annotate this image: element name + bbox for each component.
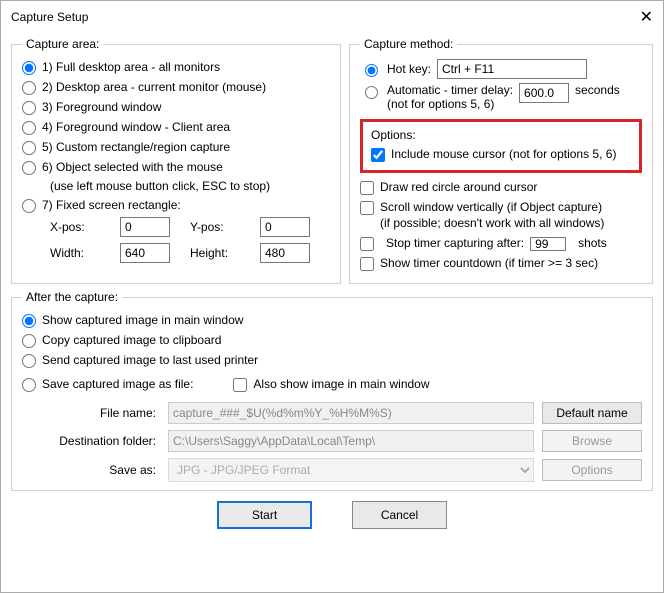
- radio-fixed-rect-input[interactable]: [22, 199, 36, 213]
- width-label: Width:: [50, 246, 110, 260]
- xpos-label: X-pos:: [50, 220, 110, 234]
- radio-desktop-area[interactable]: 2) Desktop area - current monitor (mouse…: [22, 79, 330, 95]
- start-button[interactable]: Start: [217, 501, 312, 529]
- capture-area-group: Capture area: 1) Full desktop area - all…: [11, 37, 341, 284]
- radio-save-file-label: Save captured image as file:: [42, 376, 193, 392]
- check-scroll-window[interactable]: [360, 201, 374, 215]
- height-input[interactable]: [260, 243, 310, 263]
- check-draw-red-circle[interactable]: [360, 181, 374, 195]
- check-include-cursor[interactable]: [371, 148, 385, 162]
- radio-show-main-input[interactable]: [22, 314, 36, 328]
- check-stop-timer-row[interactable]: Stop timer capturing after: shots: [360, 235, 642, 251]
- radio-full-desktop-label: 1) Full desktop area - all monitors: [42, 59, 220, 75]
- check-show-countdown[interactable]: [360, 257, 374, 271]
- radio-foreground-client[interactable]: 4) Foreground window - Client area: [22, 119, 330, 135]
- check-show-countdown-row[interactable]: Show timer countdown (if timer >= 3 sec): [360, 255, 642, 271]
- seconds-label: seconds: [575, 83, 620, 97]
- dest-folder-input[interactable]: [168, 430, 534, 452]
- radio-foreground[interactable]: 3) Foreground window: [22, 99, 330, 115]
- radio-copy-clipboard-input[interactable]: [22, 334, 36, 348]
- object-selected-note: (use left mouse button click, ESC to sto…: [50, 179, 330, 193]
- stop-timer-prefix: Stop timer capturing after:: [386, 235, 524, 251]
- width-input[interactable]: [120, 243, 170, 263]
- radio-automatic-input[interactable]: [365, 86, 378, 99]
- hotkey-input[interactable]: [437, 59, 587, 79]
- radio-object-selected[interactable]: 6) Object selected with the mouse: [22, 159, 330, 175]
- stop-timer-suffix: shots: [578, 235, 607, 251]
- check-include-cursor-row[interactable]: Include mouse cursor (not for options 5,…: [371, 146, 631, 162]
- capture-method-group: Capture method: Hot key: Automatic - tim…: [349, 37, 653, 284]
- check-scroll-window-row[interactable]: Scroll window vertically (if Object capt…: [360, 199, 642, 231]
- automatic-note: (not for options 5, 6): [387, 97, 494, 111]
- radio-object-selected-label: 6) Object selected with the mouse: [42, 159, 223, 175]
- radio-foreground-label: 3) Foreground window: [42, 99, 161, 115]
- radio-copy-clipboard-label: Copy captured image to clipboard: [42, 332, 221, 348]
- radio-fixed-rect[interactable]: 7) Fixed screen rectangle:: [22, 197, 330, 213]
- saveas-select[interactable]: JPG - JPG/JPEG Format: [168, 458, 534, 482]
- capture-method-legend: Capture method:: [360, 37, 457, 51]
- radio-hotkey-input[interactable]: [365, 64, 378, 77]
- radio-show-main-label: Show captured image in main window: [42, 312, 243, 328]
- radio-desktop-area-label: 2) Desktop area - current monitor (mouse…: [42, 79, 266, 95]
- radio-send-printer-label: Send captured image to last used printer: [42, 352, 258, 368]
- after-capture-legend: After the capture:: [22, 290, 122, 304]
- filename-label: File name:: [50, 406, 160, 420]
- after-capture-group: After the capture: Show captured image i…: [11, 290, 653, 491]
- check-also-show[interactable]: [233, 378, 247, 392]
- xpos-input[interactable]: [120, 217, 170, 237]
- check-show-countdown-label: Show timer countdown (if timer >= 3 sec): [380, 255, 598, 271]
- check-stop-timer[interactable]: [360, 237, 374, 251]
- options-highlight-box: Options: Include mouse cursor (not for o…: [360, 119, 642, 173]
- radio-send-printer[interactable]: Send captured image to last used printer: [22, 352, 642, 368]
- automatic-label: Automatic - timer delay:: [387, 83, 513, 97]
- radio-show-main[interactable]: Show captured image in main window: [22, 312, 642, 328]
- saveas-label: Save as:: [50, 463, 160, 477]
- window-title: Capture Setup: [11, 10, 88, 24]
- ypos-input[interactable]: [260, 217, 310, 237]
- options-legend: Options:: [371, 128, 631, 142]
- default-name-button[interactable]: Default name: [542, 402, 642, 424]
- check-also-show-label: Also show image in main window: [253, 376, 429, 392]
- browse-button[interactable]: Browse: [542, 430, 642, 452]
- radio-automatic[interactable]: Automatic - timer delay: (not for option…: [360, 83, 642, 111]
- radio-foreground-client-label: 4) Foreground window - Client area: [42, 119, 230, 135]
- options-button[interactable]: Options: [542, 459, 642, 481]
- radio-custom-rect-input[interactable]: [22, 141, 36, 155]
- radio-hotkey[interactable]: Hot key:: [360, 59, 642, 79]
- radio-save-file[interactable]: Save captured image as file:: [22, 376, 193, 392]
- radio-object-selected-input[interactable]: [22, 161, 36, 175]
- radio-custom-rect[interactable]: 5) Custom rectangle/region capture: [22, 139, 330, 155]
- radio-foreground-input[interactable]: [22, 101, 36, 115]
- hotkey-label: Hot key:: [387, 62, 431, 76]
- check-also-show-row[interactable]: Also show image in main window: [233, 376, 429, 392]
- radio-full-desktop[interactable]: 1) Full desktop area - all monitors: [22, 59, 330, 75]
- radio-full-desktop-input[interactable]: [22, 61, 36, 75]
- titlebar: Capture Setup ✕: [1, 1, 663, 33]
- radio-fixed-rect-label: 7) Fixed screen rectangle:: [42, 197, 181, 213]
- check-draw-red-circle-row[interactable]: Draw red circle around cursor: [360, 179, 642, 195]
- radio-copy-clipboard[interactable]: Copy captured image to clipboard: [22, 332, 642, 348]
- filename-input[interactable]: [168, 402, 534, 424]
- radio-save-file-input[interactable]: [22, 378, 36, 392]
- radio-custom-rect-label: 5) Custom rectangle/region capture: [42, 139, 230, 155]
- check-scroll-window-note: (if possible; doesn't work with all wind…: [380, 216, 604, 230]
- capture-area-legend: Capture area:: [22, 37, 103, 51]
- automatic-delay-input[interactable]: [519, 83, 569, 103]
- stop-timer-input[interactable]: [530, 237, 566, 251]
- height-label: Height:: [190, 246, 250, 260]
- cancel-button[interactable]: Cancel: [352, 501, 447, 529]
- ypos-label: Y-pos:: [190, 220, 250, 234]
- close-icon[interactable]: ✕: [613, 7, 653, 27]
- radio-desktop-area-input[interactable]: [22, 81, 36, 95]
- check-include-cursor-label: Include mouse cursor (not for options 5,…: [391, 146, 616, 162]
- radio-send-printer-input[interactable]: [22, 354, 36, 368]
- check-draw-red-circle-label: Draw red circle around cursor: [380, 179, 537, 195]
- dest-folder-label: Destination folder:: [50, 434, 160, 448]
- radio-foreground-client-input[interactable]: [22, 121, 36, 135]
- check-scroll-window-label: Scroll window vertically (if Object capt…: [380, 200, 602, 214]
